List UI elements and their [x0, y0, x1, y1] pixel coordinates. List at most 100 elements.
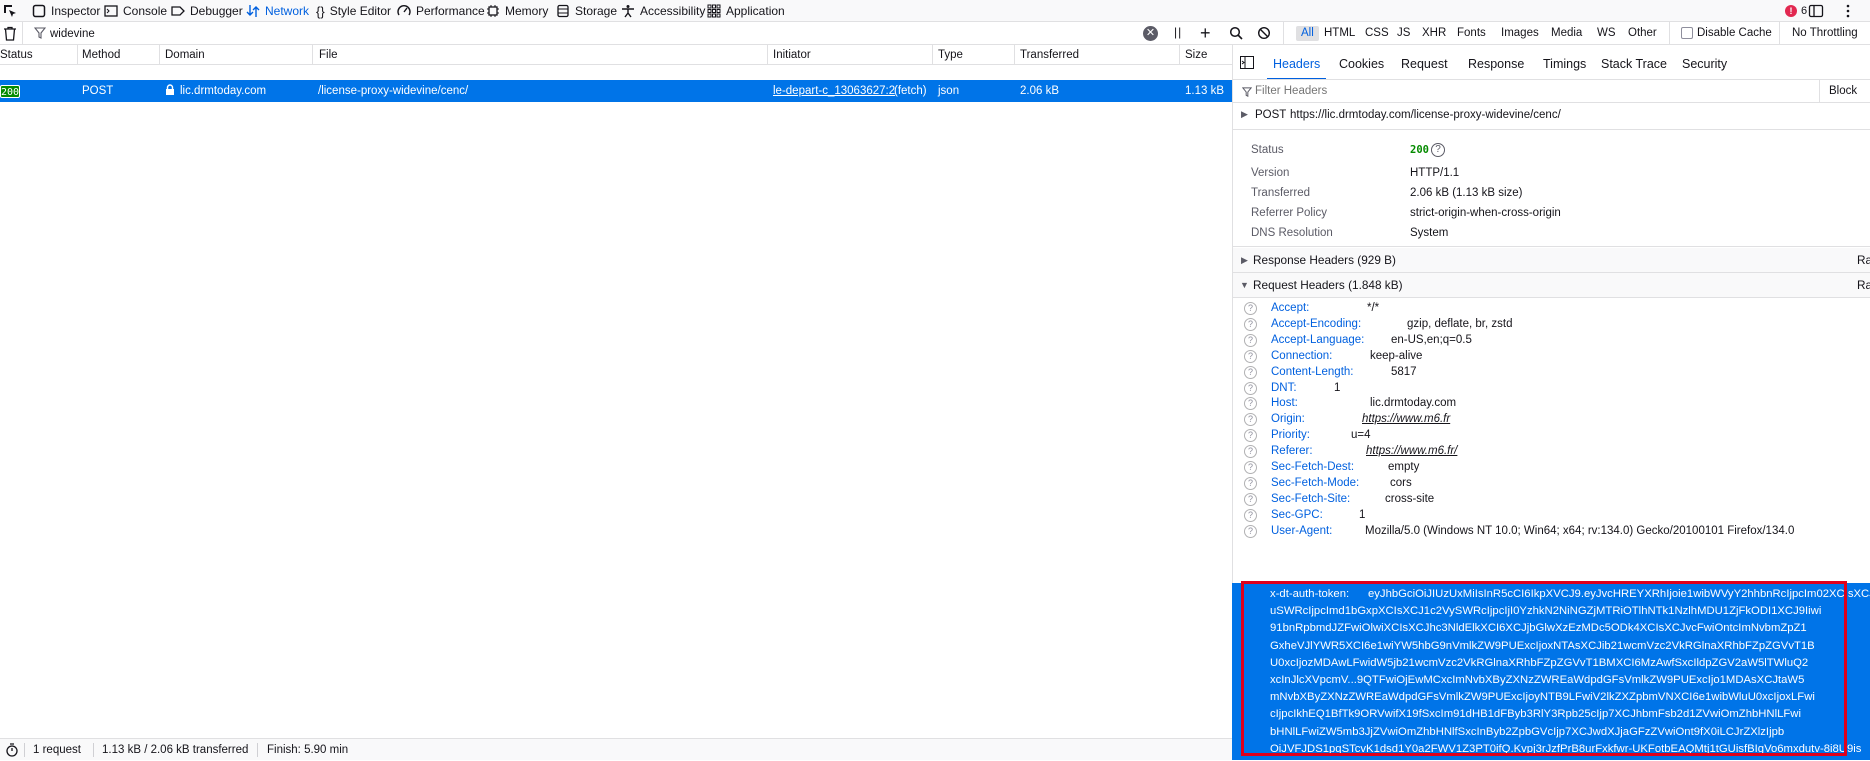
table-row[interactable]: 200 POST lic.drmtoday.com /license-proxy…	[0, 80, 1232, 102]
network-filter-bar: ✕ || + All HTML CSS JS XHR Fonts Images …	[0, 22, 1870, 45]
help-icon[interactable]: ?	[1431, 143, 1445, 157]
help-icon[interactable]: ?	[1244, 333, 1257, 347]
tab-console[interactable]: Console	[104, 0, 167, 22]
column-domain-label: Domain	[165, 49, 205, 61]
divider	[1233, 297, 1870, 298]
column-status[interactable]: Status	[0, 45, 78, 65]
error-counter[interactable]: ! 6	[1785, 0, 1807, 22]
help-icon[interactable]: ?	[1244, 476, 1257, 490]
column-size-label: Size	[1185, 49, 1208, 61]
column-transferred[interactable]: Transferred	[1015, 45, 1180, 65]
divider	[1283, 22, 1284, 44]
filter-type-css[interactable]: CSS	[1365, 26, 1389, 41]
pause-icon[interactable]: ||	[1174, 25, 1182, 39]
column-domain[interactable]: Domain	[160, 45, 313, 65]
tab-network[interactable]: Network	[246, 0, 309, 22]
block-icon[interactable]	[1257, 26, 1271, 43]
help-icon[interactable]: ?	[1244, 445, 1257, 459]
help-icon[interactable]: ?	[1244, 413, 1257, 427]
summary-status-label: Status	[1251, 144, 1284, 156]
help-icon[interactable]: ?	[1244, 302, 1257, 315]
filter-type-images[interactable]: Images	[1501, 26, 1539, 41]
row-initiator-link[interactable]: le-depart-c_13063627:2	[773, 80, 895, 102]
help-icon[interactable]: ?	[1244, 317, 1257, 331]
tab-performance[interactable]: Performance	[397, 0, 485, 22]
error-icon: !	[1785, 5, 1797, 17]
disable-cache-checkbox[interactable]	[1681, 27, 1693, 39]
clear-filter-icon[interactable]: ✕	[1143, 26, 1158, 41]
tab-style-editor[interactable]: {} Style Editor	[316, 0, 391, 22]
summary-version-value: HTTP/1.1	[1410, 167, 1460, 179]
element-picker-icon[interactable]	[2, 3, 18, 22]
url-filter-input[interactable]	[50, 25, 1130, 42]
tab-storage[interactable]: Storage	[556, 0, 617, 22]
filter-icon	[33, 27, 47, 42]
tab-security[interactable]: Security	[1682, 53, 1727, 75]
tab-debugger[interactable]: Debugger	[171, 0, 243, 22]
tab-accessibility[interactable]: Accessibility	[621, 0, 705, 22]
help-icon[interactable]: ?	[1244, 461, 1257, 474]
throttling-select[interactable]: No Throttling	[1792, 26, 1858, 41]
tab-timings[interactable]: Timings	[1543, 53, 1586, 75]
request-header-row[interactable]: ? User-Agent: Mozilla/5.0 (Windows NT 10.0…	[1233, 522, 1870, 541]
raw-toggle[interactable]: Raw	[1857, 273, 1870, 297]
help-icon[interactable]: ?	[1244, 429, 1257, 443]
block-button[interactable]: Block	[1829, 85, 1857, 97]
column-initiator[interactable]: Initiator	[768, 45, 933, 65]
column-type[interactable]: Type	[933, 45, 1015, 65]
help-icon[interactable]: ?	[1244, 365, 1257, 379]
help-icon[interactable]: ?	[1244, 349, 1257, 363]
request-headers-section[interactable]: ▼ Request Headers (1.848 kB) Raw	[1233, 273, 1870, 297]
filter-type-other[interactable]: Other	[1628, 26, 1657, 41]
filter-type-js[interactable]: JS	[1397, 26, 1410, 41]
filter-type-xhr[interactable]: XHR	[1422, 26, 1446, 41]
expand-arrow-icon: ▶	[1241, 109, 1248, 119]
raw-toggle[interactable]: Raw	[1857, 248, 1870, 272]
row-method: POST	[82, 85, 114, 97]
column-initiator-label: Initiator	[773, 49, 811, 61]
toggle-sidebar-icon[interactable]	[1240, 56, 1254, 72]
column-method[interactable]: Method	[78, 45, 160, 65]
help-icon[interactable]: ?	[1244, 397, 1257, 411]
filter-type-media[interactable]: Media	[1551, 26, 1582, 41]
tab-memory[interactable]: Memory	[486, 0, 548, 22]
response-headers-section[interactable]: ▶ Response Headers (929 B) Raw	[1233, 248, 1870, 272]
stopwatch-icon[interactable]	[5, 743, 19, 760]
tab-request[interactable]: Request	[1401, 53, 1448, 75]
dock-side-icon[interactable]	[1808, 3, 1824, 22]
network-icon	[246, 5, 260, 17]
request-line[interactable]: ▶ POST https://lic.drmtoday.com/license-…	[1233, 105, 1870, 127]
more-options-icon[interactable]	[1840, 3, 1856, 22]
finish-time: Finish: 5.90 min	[267, 744, 349, 756]
tab-debugger-label: Debugger	[190, 4, 243, 18]
help-icon[interactable]: ?	[1244, 492, 1257, 506]
divider	[1819, 80, 1820, 102]
help-icon[interactable]: ?	[1244, 381, 1257, 395]
filter-type-all[interactable]: All	[1296, 26, 1319, 41]
tab-stack-trace[interactable]: Stack Trace	[1601, 53, 1667, 75]
tab-inspector-label: Inspector	[51, 4, 101, 18]
tab-application[interactable]: Application	[707, 0, 785, 22]
filter-icon	[1241, 86, 1253, 100]
network-status-bar: 1 request 1.13 kB / 2.06 kB transferred …	[0, 738, 1232, 760]
filter-type-ws[interactable]: WS	[1597, 26, 1616, 41]
filter-type-fonts[interactable]: Fonts	[1457, 26, 1486, 41]
tab-headers[interactable]: Headers	[1266, 53, 1327, 80]
plus-icon[interactable]: +	[1200, 22, 1211, 44]
trash-icon[interactable]	[3, 26, 17, 44]
filter-type-html[interactable]: HTML	[1324, 26, 1355, 41]
summary-referrer-policy-value: strict-origin-when-cross-origin	[1410, 207, 1561, 219]
row-initiator-suffix: (fetch)	[894, 85, 927, 97]
filter-headers-input[interactable]	[1255, 82, 1805, 100]
row-domain: lic.drmtoday.com	[180, 85, 267, 97]
search-icon[interactable]	[1229, 26, 1243, 43]
help-icon[interactable]: ?	[1244, 524, 1257, 538]
tab-cookies[interactable]: Cookies	[1339, 53, 1384, 75]
column-file[interactable]: File	[313, 45, 768, 65]
tab-response[interactable]: Response	[1468, 53, 1524, 75]
tab-performance-label: Performance	[416, 4, 485, 18]
column-size[interactable]: Size	[1180, 45, 1232, 65]
row-file: /license-proxy-widevine/cenc/	[318, 85, 469, 97]
help-icon[interactable]: ?	[1244, 508, 1257, 522]
tab-inspector[interactable]: Inspector	[32, 0, 100, 22]
